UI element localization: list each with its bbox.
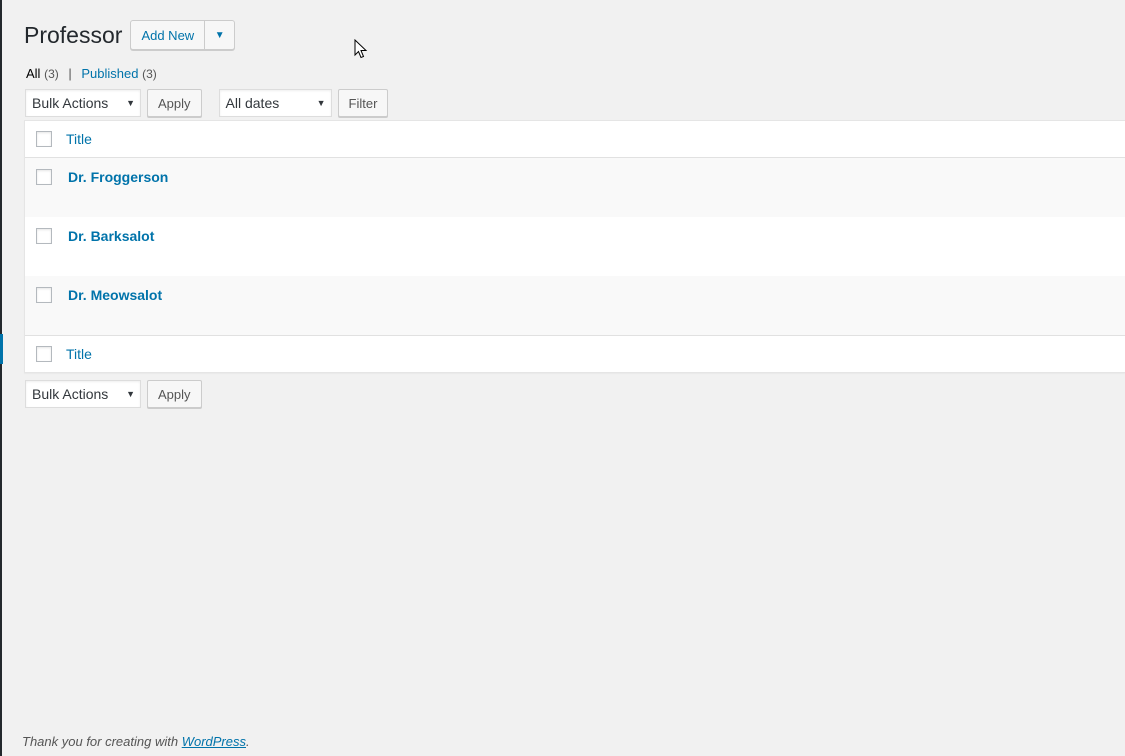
row-title-link[interactable]: Dr. Meowsalot	[68, 287, 162, 303]
admin-footer: Thank you for creating with WordPress.	[22, 734, 250, 749]
admin-menu-edge	[0, 0, 2, 756]
view-filters: All (3) | Published (3)	[26, 66, 157, 82]
footer-text: Thank you for creating with	[22, 734, 182, 749]
bulk-actions-select-bottom[interactable]: Bulk Actions ▼	[25, 380, 141, 408]
row-checkbox[interactable]	[36, 169, 52, 185]
bulk-actions-value: Bulk Actions	[32, 386, 109, 402]
table-header-row: Title	[25, 121, 1125, 158]
caret-down-icon: ▼	[126, 98, 135, 108]
admin-menu-collapse-handle[interactable]	[0, 334, 3, 364]
tablenav-top: Bulk Actions ▼ Apply All dates ▼ Filter	[25, 89, 389, 117]
caret-down-icon: ▼	[316, 98, 326, 108]
view-all-count: (3)	[44, 67, 59, 81]
table-row: Dr. Barksalot	[25, 217, 1125, 276]
apply-button-top[interactable]: Apply	[147, 89, 202, 117]
bulk-actions-value: Bulk Actions	[32, 95, 109, 111]
page-heading: Professor Add New ▼	[24, 19, 236, 51]
row-title-link[interactable]: Dr. Barksalot	[68, 228, 154, 244]
view-published-link[interactable]: Published	[81, 66, 138, 81]
view-separator: |	[68, 66, 72, 81]
add-new-button[interactable]: Add New	[130, 20, 206, 50]
title-column-header[interactable]: Title	[66, 131, 92, 147]
table-row: Dr. Meowsalot	[25, 276, 1125, 335]
page-title: Professor	[24, 22, 123, 48]
view-published-count: (3)	[142, 67, 157, 81]
select-all-checkbox[interactable]	[36, 131, 52, 147]
row-checkbox[interactable]	[36, 228, 52, 244]
add-new-dropdown-toggle[interactable]: ▼	[205, 20, 236, 50]
table-footer-row: Title	[25, 335, 1125, 372]
row-title-link[interactable]: Dr. Froggerson	[68, 169, 168, 185]
chevron-down-icon: ▼	[214, 29, 225, 41]
tablenav-bottom: Bulk Actions ▼ Apply	[25, 380, 202, 408]
table-row: Dr. Froggerson	[25, 158, 1125, 217]
date-filter-value: All dates	[225, 95, 280, 111]
view-all-link[interactable]: All	[26, 66, 40, 81]
title-column-footer[interactable]: Title	[66, 346, 92, 362]
filter-button[interactable]: Filter	[337, 89, 389, 117]
bulk-actions-select-top[interactable]: Bulk Actions ▼	[25, 89, 141, 117]
mouse-cursor-icon	[354, 39, 368, 59]
select-all-checkbox-footer[interactable]	[36, 346, 52, 362]
posts-table: Title Dr. Froggerson Dr. Barksalot Dr. M…	[24, 120, 1125, 373]
wordpress-link[interactable]: WordPress	[182, 734, 246, 749]
row-checkbox[interactable]	[36, 287, 52, 303]
footer-period: .	[246, 734, 250, 749]
apply-button-bottom[interactable]: Apply	[147, 380, 202, 408]
caret-down-icon: ▼	[126, 389, 135, 399]
date-filter-select[interactable]: All dates ▼	[218, 89, 332, 117]
